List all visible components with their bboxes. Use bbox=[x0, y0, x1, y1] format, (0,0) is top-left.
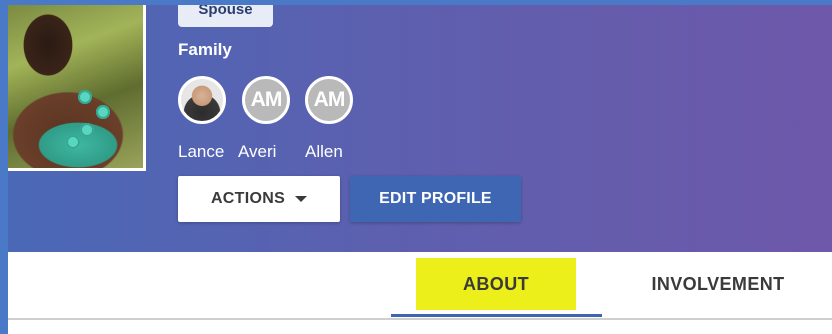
actions-dropdown-button[interactable]: ACTIONS bbox=[178, 176, 340, 222]
photo-decoration bbox=[80, 123, 94, 137]
actions-button-label: ACTIONS bbox=[210, 190, 286, 207]
family-member-avatar-lance[interactable] bbox=[178, 76, 226, 124]
tab-bar-divider bbox=[8, 318, 832, 320]
profile-tab-bar: ABOUT INVOLVEMENT bbox=[8, 252, 832, 318]
tab-involvement-label: INVOLVEMENT bbox=[651, 273, 785, 294]
profile-photo bbox=[8, 5, 146, 171]
family-member-name-lance[interactable]: Lance bbox=[178, 142, 224, 162]
edit-profile-button[interactable]: EDIT PROFILE bbox=[350, 176, 521, 222]
tab-about[interactable]: ABOUT bbox=[416, 258, 576, 310]
active-tab-indicator bbox=[391, 314, 602, 317]
tab-involvement[interactable]: INVOLVEMENT bbox=[618, 258, 818, 310]
photo-decoration bbox=[66, 135, 80, 149]
family-member-name-allen[interactable]: Allen bbox=[305, 142, 343, 162]
family-member-avatar-allen[interactable]: AM bbox=[305, 76, 353, 124]
photo-decoration bbox=[78, 90, 92, 104]
spouse-badge[interactable]: Spouse bbox=[178, 5, 273, 27]
frame-border-left bbox=[0, 0, 8, 334]
caret-down-icon bbox=[295, 196, 308, 202]
tab-about-label: ABOUT bbox=[463, 273, 529, 294]
edit-profile-button-label: EDIT PROFILE bbox=[379, 190, 492, 207]
family-member-name-averi[interactable]: Averi bbox=[238, 142, 276, 162]
photo-decoration bbox=[96, 105, 110, 119]
family-label: Family bbox=[178, 40, 232, 59]
family-member-avatar-averi[interactable]: AM bbox=[242, 76, 290, 124]
